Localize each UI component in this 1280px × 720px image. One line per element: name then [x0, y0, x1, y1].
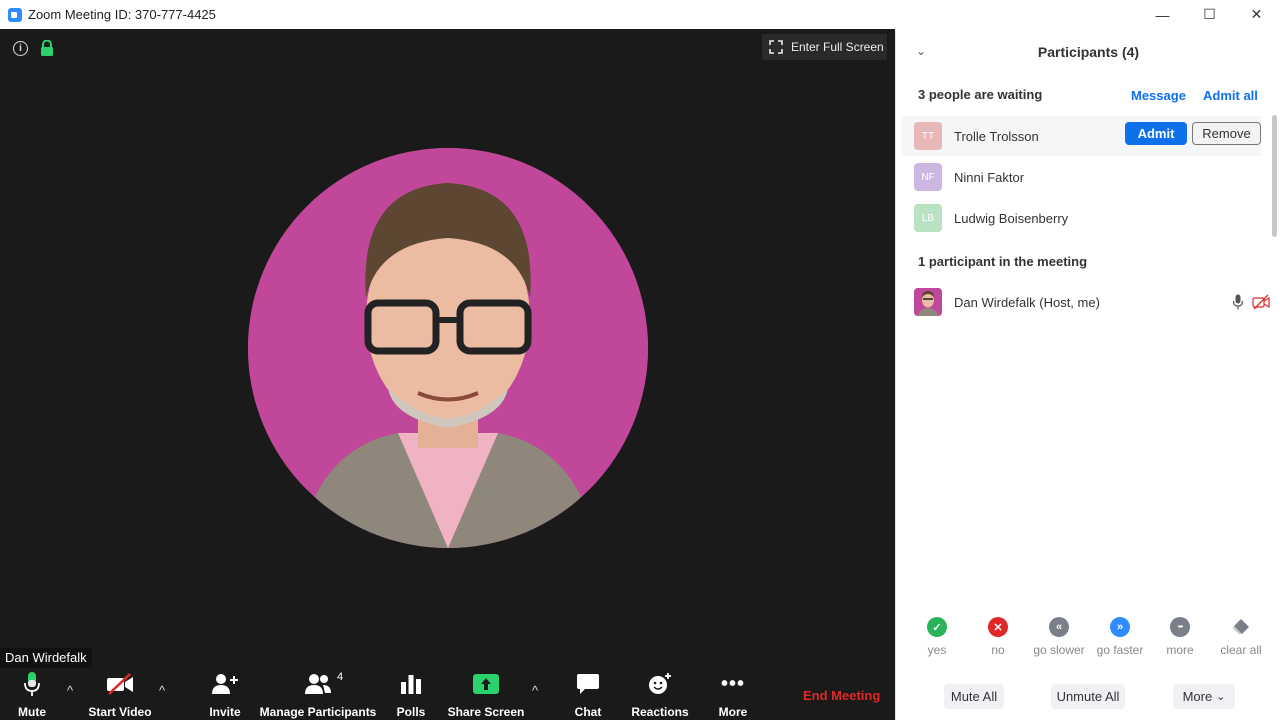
participant-name: Ludwig Boisenberry: [954, 210, 1069, 226]
participant-name: Dan Wirdefalk (Host, me): [954, 294, 1100, 310]
feedback-more-button[interactable]: ••• more: [1150, 617, 1210, 657]
more-dots-icon: •••: [1170, 617, 1190, 637]
polls-label: Polls: [396, 705, 426, 719]
chevron-down-icon: ⌄: [1216, 691, 1226, 703]
feedback-yes-button[interactable]: ✓ yes: [907, 617, 967, 657]
x-icon: ✕: [988, 617, 1008, 637]
feedback-go-slower-button[interactable]: « go slower: [1029, 617, 1089, 657]
close-button[interactable]: ✕: [1233, 0, 1280, 29]
waiting-room-header: 3 people are waiting: [918, 87, 1043, 102]
polls-bar-chart-icon: [401, 675, 421, 694]
feedback-label: yes: [927, 643, 947, 657]
more-dots-icon: •••: [720, 672, 745, 695]
speaker-avatar: [248, 148, 648, 548]
in-meeting-header: 1 participant in the meeting: [918, 254, 1088, 269]
waiting-participant-row[interactable]: NF Ninni Faktor: [901, 157, 1261, 197]
feedback-label: clear all: [1220, 643, 1262, 657]
admit-button[interactable]: Admit: [1125, 122, 1187, 145]
speaker-portrait-image: [248, 148, 648, 548]
manage-participants-button[interactable]: 4 Manage Participants: [259, 669, 377, 720]
meeting-toolbar: Mute ^ Start Video ^ Invite 4 Manage Par…: [0, 669, 895, 720]
more-button[interactable]: ••• More: [716, 669, 750, 720]
avatar: NF: [914, 163, 942, 191]
microphone-icon[interactable]: [1232, 294, 1244, 310]
chat-label: Chat: [574, 705, 602, 719]
polls-button[interactable]: Polls: [395, 669, 427, 720]
minimize-button[interactable]: —: [1139, 0, 1186, 29]
panel-footer: Mute All Unmute All More ⌄: [896, 681, 1280, 717]
host-avatar: [914, 288, 942, 316]
mute-all-button[interactable]: Mute All: [944, 684, 1004, 709]
participants-icon: [305, 674, 331, 694]
zoom-app-icon: [8, 7, 22, 22]
invite-label: Invite: [209, 705, 241, 719]
more-label: More: [718, 705, 748, 719]
feedback-label: go faster: [1096, 643, 1144, 657]
nonverbal-feedback-bar: ✓ yes ✕ no « go slower » go faster ••• m…: [896, 617, 1280, 667]
mute-label: Mute: [18, 705, 46, 719]
video-area: i Enter Full Screen Dan Wirdefalk: [0, 29, 895, 720]
manage-participants-label: Manage Participants: [259, 705, 377, 719]
feedback-label: go slower: [1033, 643, 1085, 657]
fullscreen-icon: [769, 40, 783, 54]
feedback-label: more: [1166, 643, 1194, 657]
panel-more-button[interactable]: More ⌄: [1173, 684, 1235, 709]
panel-header: ⌄ Participants (4): [896, 29, 1280, 73]
message-link[interactable]: Message: [1131, 88, 1186, 103]
add-person-icon: [212, 674, 238, 694]
speaker-name-tag: Dan Wirdefalk: [0, 648, 92, 668]
audio-options-chevron-up-icon[interactable]: ^: [67, 683, 73, 698]
avatar: LB: [914, 204, 942, 232]
chat-button[interactable]: Chat: [570, 669, 606, 720]
info-icon[interactable]: i: [13, 41, 28, 56]
panel-scrollbar[interactable]: [1272, 115, 1277, 237]
window-title: Zoom Meeting ID: 370-777-4425: [28, 7, 216, 22]
panel-more-label: More: [1182, 689, 1213, 704]
waiting-participant-row[interactable]: TT Trolle Trolsson Admit Remove: [901, 116, 1261, 156]
start-video-label: Start Video: [88, 705, 152, 719]
participant-name: Ninni Faktor: [954, 169, 1025, 185]
video-off-icon: [107, 673, 133, 695]
lock-icon[interactable]: [40, 40, 54, 56]
reactions-button[interactable]: Reactions: [631, 669, 689, 720]
eraser-icon: [1231, 617, 1251, 637]
maximize-button[interactable]: ☐: [1186, 0, 1233, 29]
feedback-clear-all-button[interactable]: clear all: [1211, 617, 1271, 657]
check-icon: ✓: [927, 617, 947, 637]
reactions-label: Reactions: [631, 705, 689, 719]
share-options-chevron-up-icon[interactable]: ^: [532, 683, 538, 698]
window-controls: — ☐ ✕: [1139, 0, 1280, 29]
microphone-icon: [24, 672, 40, 696]
rewind-icon: «: [1049, 617, 1069, 637]
smiley-plus-icon: [649, 673, 671, 694]
waiting-participant-row[interactable]: LB Ludwig Boisenberry: [901, 198, 1261, 238]
fast-forward-icon: »: [1110, 617, 1130, 637]
end-meeting-button[interactable]: End Meeting: [803, 688, 880, 703]
mute-button[interactable]: Mute: [12, 669, 52, 720]
feedback-no-button[interactable]: ✕ no: [968, 617, 1028, 657]
chat-bubble-icon: [577, 674, 599, 694]
share-screen-icon: [473, 674, 499, 694]
admit-all-link[interactable]: Admit all: [1203, 88, 1258, 103]
share-screen-button[interactable]: Share Screen: [447, 669, 525, 720]
participant-name: Trolle Trolsson: [954, 128, 1039, 144]
feedback-label: no: [991, 643, 1005, 657]
enter-full-screen-label: Enter Full Screen: [791, 40, 884, 54]
enter-full-screen-button[interactable]: Enter Full Screen: [762, 34, 887, 60]
video-off-icon[interactable]: [1252, 294, 1270, 310]
unmute-all-button[interactable]: Unmute All: [1051, 684, 1125, 709]
meeting-participant-row[interactable]: Dan Wirdefalk (Host, me): [901, 282, 1270, 322]
remove-button[interactable]: Remove: [1192, 122, 1261, 145]
video-options-chevron-up-icon[interactable]: ^: [159, 683, 165, 698]
invite-button[interactable]: Invite: [205, 669, 245, 720]
feedback-go-faster-button[interactable]: » go faster: [1090, 617, 1150, 657]
avatar: TT: [914, 122, 942, 150]
participants-count-badge: 4: [337, 671, 344, 683]
participants-title: Participants (4): [1037, 44, 1140, 60]
share-screen-label: Share Screen: [447, 705, 525, 719]
title-bar: Zoom Meeting ID: 370-777-4425 — ☐ ✕: [0, 0, 1280, 29]
participants-panel: ⌄ Participants (4) 3 people are waiting …: [895, 29, 1280, 720]
start-video-button[interactable]: Start Video: [87, 669, 153, 720]
